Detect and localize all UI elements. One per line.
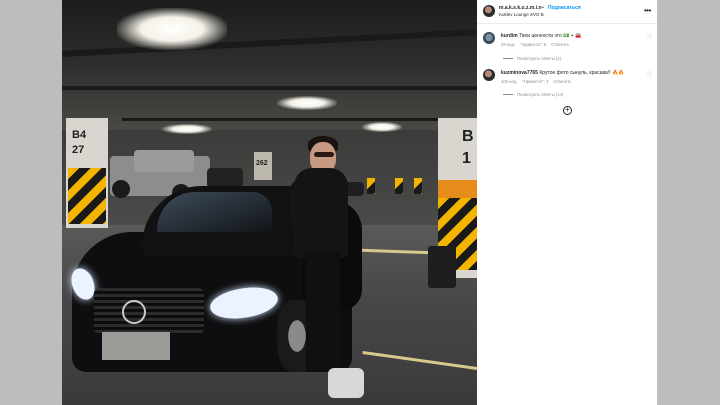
author-avatar[interactable] (483, 5, 495, 17)
truck-cabin (134, 150, 194, 172)
main-car-windshield (157, 192, 272, 232)
ceiling-light (162, 124, 212, 134)
pillar-mid-label: 262 (256, 160, 268, 167)
bollard (395, 178, 403, 194)
post-location[interactable]: Kuklev Lounge SVO B (499, 12, 544, 17)
reply-button[interactable]: Ответить (553, 79, 571, 84)
view-replies-button[interactable]: Посмотреть ответы (2) (503, 56, 561, 61)
background-car (207, 168, 243, 188)
commenter-username[interactable]: kuzminova7765 (501, 70, 538, 76)
replies-divider (503, 58, 513, 60)
person-sneakers (328, 368, 364, 398)
ceiling-beam (62, 86, 477, 90)
pillar-left-label: B4 27 (72, 129, 87, 156)
comment-likes[interactable]: "Нравится": 8 (520, 42, 546, 47)
ceiling-light (277, 96, 337, 110)
like-comment-heart-icon[interactable]: ♡ (647, 33, 652, 40)
view-replies-button[interactable]: Посмотреть ответы (14) (503, 92, 563, 97)
mercedes-logo-icon (122, 300, 146, 324)
post-sidebar: m.a.k.s.k.u.z.m.i.n • Подписаться Kuklev… (477, 0, 657, 405)
sunglasses-icon (314, 152, 334, 157)
post-photo[interactable]: B4 27 B 1 262 (62, 0, 477, 405)
ceiling-light (117, 8, 227, 50)
like-comment-heart-icon[interactable]: ♡ (647, 71, 652, 78)
person-arm (290, 180, 310, 230)
bollard (367, 178, 375, 194)
view-replies-label: Посмотреть ответы (2) (517, 56, 561, 61)
header-separator: • (542, 5, 544, 11)
comment-time[interactable]: 105 нед. (501, 79, 517, 84)
more-horizontal-icon[interactable]: ••• (644, 7, 651, 15)
pillar-right-label: B 1 (462, 128, 474, 167)
comment-body: Крутое фото сынуль, красава!! 🔥🔥 (539, 70, 625, 76)
backdrop-left (0, 0, 62, 405)
comment-body: Твои ценности это 💵 + 🚘 (519, 33, 582, 39)
follow-button[interactable]: Подписаться (548, 5, 581, 11)
truck-wheel (112, 180, 130, 198)
pillar-orange-band (438, 180, 477, 198)
backdrop-right (657, 0, 720, 405)
ceiling-light (362, 122, 402, 132)
view-replies-label: Посмотреть ответы (14) (517, 92, 564, 97)
commenter-avatar[interactable] (483, 32, 495, 44)
author-username[interactable]: m.a.k.s.k.u.z.m.i.n (499, 5, 542, 11)
comment-meta: 29 нед. "Нравится": 8 Ответить (501, 42, 574, 47)
commenter-username[interactable]: kurdim (501, 33, 518, 39)
comment-text: kuzminova7765 Крутое фото сынуль, красав… (501, 70, 624, 76)
comment-time[interactable]: 29 нед. (501, 42, 515, 47)
replies-divider (503, 94, 513, 96)
commenter-avatar[interactable] (483, 69, 495, 81)
comment-likes[interactable]: "Нравится": 3 (522, 79, 548, 84)
luggage-bag (428, 246, 456, 288)
license-plate (102, 332, 170, 360)
plus-circle-icon[interactable]: + (563, 106, 572, 115)
comment-text: kurdim Твои ценности это 💵 + 🚘 (501, 33, 581, 39)
bollard (414, 178, 422, 194)
car-grille (94, 288, 204, 334)
pillar-hazard-stripes (68, 168, 106, 224)
reply-button[interactable]: Ответить (551, 42, 569, 47)
post-header: m.a.k.s.k.u.z.m.i.n • Подписаться Kuklev… (477, 0, 657, 24)
person-legs (306, 252, 340, 370)
ceiling-beam (122, 118, 462, 121)
comment-meta: 105 нед. "Нравится": 3 Ответить (501, 79, 576, 84)
